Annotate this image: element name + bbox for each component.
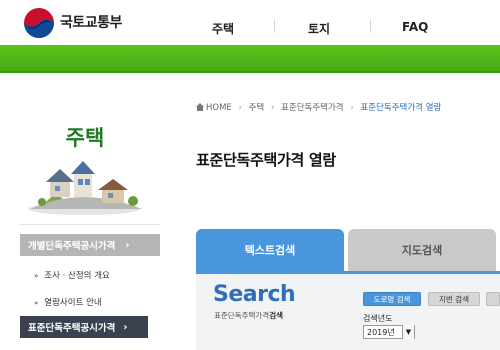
breadcrumb: HOME › 주택 › 표준단독주택가격 › 표준단독주택가격 열람 bbox=[196, 101, 441, 113]
bullet-icon: » bbox=[34, 299, 39, 307]
sidebar-item-individual-house[interactable]: 개별단독주택공시가격 › bbox=[20, 234, 160, 256]
breadcrumb-home[interactable]: HOME bbox=[206, 103, 232, 113]
chevron-right-icon: › bbox=[238, 103, 242, 113]
sidebar-subitem-survey[interactable]: » 조사 · 산정의 개요 bbox=[34, 269, 110, 281]
year-select-value: 2019년 bbox=[367, 327, 395, 337]
chevron-right-icon: › bbox=[125, 239, 130, 251]
nav-divider bbox=[274, 19, 275, 33]
sidebar-subitem-label: 조사 · 산정의 개요 bbox=[44, 271, 110, 281]
chevron-right-icon: › bbox=[270, 103, 275, 113]
breadcrumb-item[interactable]: 표준단독주택가격 bbox=[281, 103, 344, 113]
government-logo-icon[interactable] bbox=[22, 6, 56, 40]
sidebar-title: 주택 bbox=[65, 126, 105, 150]
more-search-button[interactable] bbox=[486, 292, 500, 306]
year-select[interactable]: 2019년 ▼ bbox=[363, 325, 415, 339]
road-name-search-button[interactable]: 도로명 검색 bbox=[363, 292, 421, 306]
sidebar-item-label: 표준단독주택공시가격 bbox=[28, 323, 116, 334]
breadcrumb-item[interactable]: 주택 bbox=[249, 103, 265, 113]
houses-illustration-icon bbox=[28, 161, 142, 215]
nav-faq[interactable]: FAQ bbox=[402, 20, 428, 34]
tab-text-search[interactable]: 텍스트검색 bbox=[196, 229, 344, 271]
sidebar-item-label: 개별단독주택공시가격 bbox=[28, 241, 116, 252]
chevron-right-icon: › bbox=[350, 103, 354, 113]
chevron-down-icon[interactable]: ▼ bbox=[402, 325, 414, 339]
sidebar: 주택 개별단독주택공시가격 › » 조사 · 산정의 개요 » 열람사이트 안내 표… bbox=[0, 75, 170, 350]
header: 국토교통부 주택 토지 FAQ bbox=[0, 0, 500, 45]
ministry-name[interactable]: 국토교통부 bbox=[60, 12, 122, 32]
lot-number-search-button[interactable]: 지번 검색 bbox=[428, 292, 480, 306]
chevron-right-icon: › bbox=[123, 321, 128, 333]
search-panel: Search 표준단독주택가격검색 도로명 검색 지번 검색 검색년도 2019… bbox=[196, 271, 500, 350]
breadcrumb-current: 표준단독주택가격 열람 bbox=[360, 103, 442, 113]
page-title: 표준단독주택가격 열람 bbox=[196, 151, 336, 169]
nav-divider bbox=[370, 19, 371, 33]
home-icon bbox=[196, 103, 204, 111]
sidebar-subitem-site-guide[interactable]: » 열람사이트 안내 bbox=[34, 296, 102, 308]
year-label: 검색년도 bbox=[363, 314, 393, 323]
nav-housing[interactable]: 주택 bbox=[212, 20, 234, 37]
nav-land[interactable]: 토지 bbox=[308, 20, 330, 37]
sidebar-item-standard-house[interactable]: 표준단독주택공시가격 › bbox=[20, 316, 148, 338]
bullet-icon: » bbox=[34, 272, 39, 280]
main-nav: 주택 토지 FAQ bbox=[190, 0, 500, 45]
search-subtitle-prefix: 표준단독주택가격 bbox=[214, 311, 270, 320]
green-banner bbox=[0, 45, 500, 73]
search-subtitle-bold: 검색 bbox=[269, 311, 284, 320]
tab-map-search[interactable]: 지도검색 bbox=[348, 229, 496, 271]
search-subtitle: 표준단독주택가격검색 bbox=[214, 310, 283, 321]
search-heading: Search bbox=[213, 282, 296, 307]
sidebar-subitem-label: 열람사이트 안내 bbox=[44, 298, 102, 308]
sidebar-divider bbox=[20, 224, 160, 225]
